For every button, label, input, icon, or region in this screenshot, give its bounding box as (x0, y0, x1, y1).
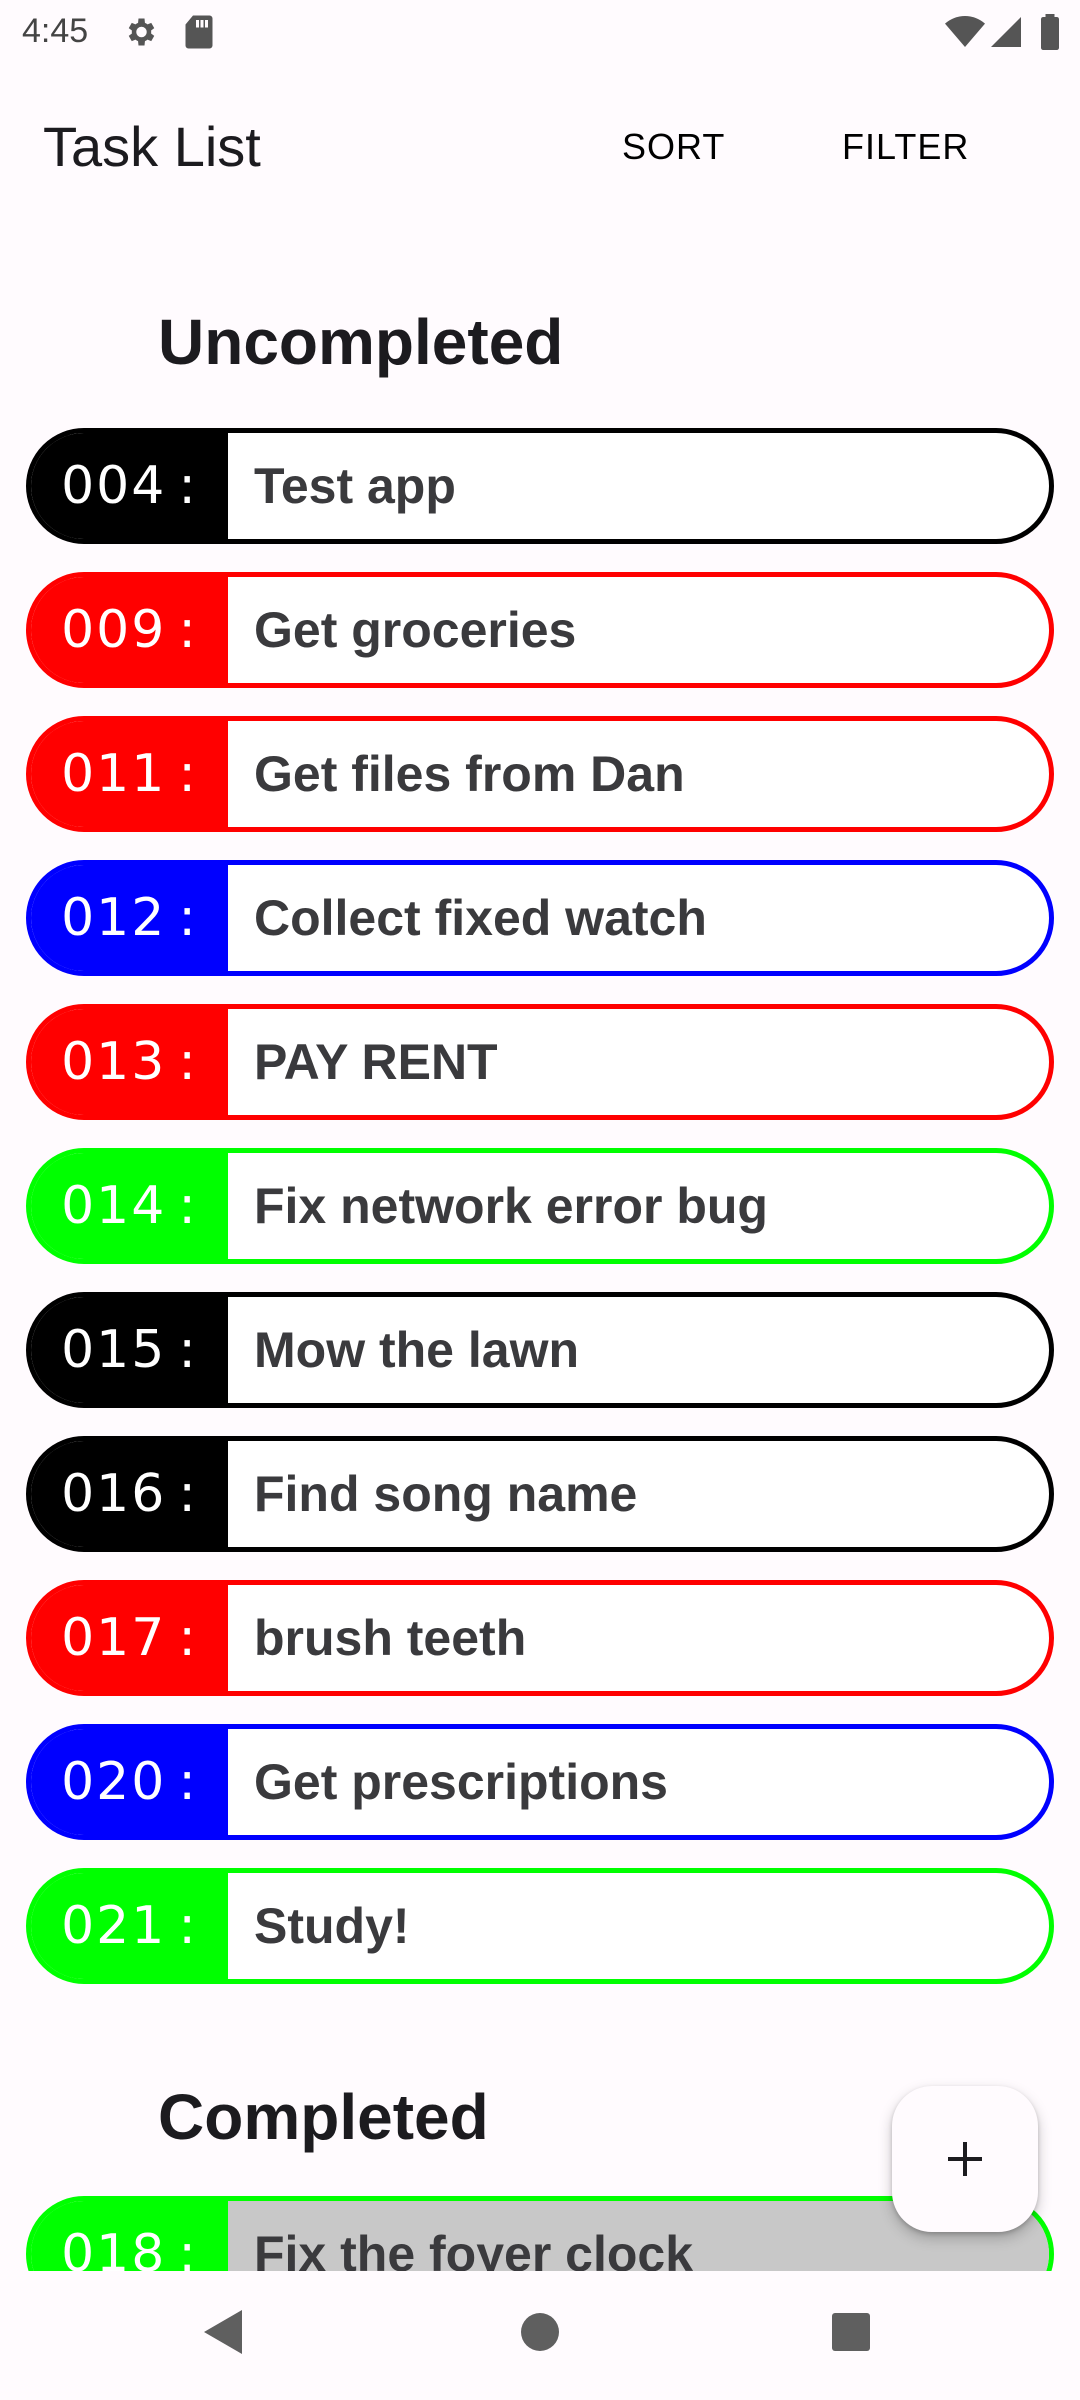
task-row[interactable]: 014: Fix network error bug (26, 1148, 1054, 1264)
task-id-separator: : (178, 1896, 198, 1956)
task-name: brush teeth (254, 1610, 527, 1666)
task-row[interactable]: 011: Get files from Dan (26, 716, 1054, 832)
task-id: 015 (61, 1320, 167, 1380)
task-id: 011 (61, 744, 167, 804)
task-id-separator: : (178, 1608, 198, 1668)
task-row[interactable]: 017: brush teeth (26, 1580, 1054, 1696)
uncompleted-task-list: 004: Test app 009: Get groceries 011: Get fil… (26, 428, 1054, 2012)
filter-button[interactable]: FILTER (842, 126, 969, 168)
sort-button[interactable]: SORT (622, 126, 725, 168)
back-icon[interactable] (200, 2306, 250, 2363)
navigation-bar (0, 2272, 1080, 2400)
app-bar: Task List SORT FILTER (0, 66, 1080, 226)
task-id-badge: 012: (31, 865, 228, 971)
task-id-separator: : (178, 2224, 198, 2271)
task-id-badge: 018: (31, 2201, 228, 2271)
task-id: 020 (61, 1752, 167, 1812)
task-name: Fix network error bug (254, 1178, 768, 1234)
task-id-badge: 009: (31, 577, 228, 683)
task-id: 012 (61, 888, 167, 948)
task-id-separator: : (178, 1752, 198, 1812)
task-id-badge: 021: (31, 1873, 228, 1979)
task-id-separator: : (178, 600, 198, 660)
signal-icon (988, 14, 1024, 55)
task-id: 009 (61, 600, 167, 660)
task-name: Study! (254, 1898, 410, 1954)
task-id-badge: 011: (31, 721, 228, 827)
recents-icon[interactable] (828, 2306, 874, 2363)
task-id-badge: 004: (31, 433, 228, 539)
task-id: 017 (61, 1608, 167, 1668)
task-row[interactable]: 020: Get prescriptions (26, 1724, 1054, 1840)
task-id-separator: : (178, 1032, 198, 1092)
task-name: Find song name (254, 1466, 638, 1522)
task-id-badge: 015: (31, 1297, 228, 1403)
task-id-badge: 013: (31, 1009, 228, 1115)
task-name: Test app (254, 458, 456, 514)
task-row[interactable]: 016: Find song name (26, 1436, 1054, 1552)
sd-card-icon (184, 14, 214, 55)
task-name: Get files from Dan (254, 746, 685, 802)
task-id-separator: : (178, 1320, 198, 1380)
task-id-badge: 014: (31, 1153, 228, 1259)
home-icon[interactable] (516, 2306, 564, 2363)
completed-header: Completed (158, 2081, 489, 2153)
wifi-icon (945, 14, 985, 55)
task-id-separator: : (178, 744, 198, 804)
page-title: Task List (43, 115, 261, 178)
task-row[interactable]: 015: Mow the lawn (26, 1292, 1054, 1408)
task-row[interactable]: 021: Study! (26, 1868, 1054, 1984)
add-task-button[interactable] (892, 2086, 1038, 2232)
task-name: Get groceries (254, 602, 577, 658)
task-row[interactable]: 004: Test app (26, 428, 1054, 544)
task-id-separator: : (178, 888, 198, 948)
task-id: 016 (61, 1464, 167, 1524)
task-row[interactable]: 013: PAY RENT (26, 1004, 1054, 1120)
task-id-separator: : (178, 1176, 198, 1236)
task-id-separator: : (178, 1464, 198, 1524)
task-name: PAY RENT (254, 1034, 498, 1090)
task-row[interactable]: 012: Collect fixed watch (26, 860, 1054, 976)
task-name: Mow the lawn (254, 1322, 579, 1378)
status-bar: 4:45 (0, 0, 1080, 66)
status-time: 4:45 (22, 12, 89, 50)
task-id: 018 (61, 2224, 167, 2271)
task-id-badge: 020: (31, 1729, 228, 1835)
task-id-separator: : (178, 456, 198, 516)
task-id-badge: 017: (31, 1585, 228, 1691)
task-id: 014 (61, 1176, 167, 1236)
task-row[interactable]: 009: Get groceries (26, 572, 1054, 688)
uncompleted-header: Uncompleted (158, 306, 564, 378)
task-id: 004 (61, 456, 167, 516)
battery-icon (1040, 14, 1060, 55)
task-name: Collect fixed watch (254, 890, 707, 946)
gear-icon (122, 14, 158, 55)
task-name: Get prescriptions (254, 1754, 668, 1810)
task-id: 021 (61, 1896, 167, 1956)
task-id: 013 (61, 1032, 167, 1092)
task-id-badge: 016: (31, 1441, 228, 1547)
plus-icon (948, 2142, 982, 2176)
